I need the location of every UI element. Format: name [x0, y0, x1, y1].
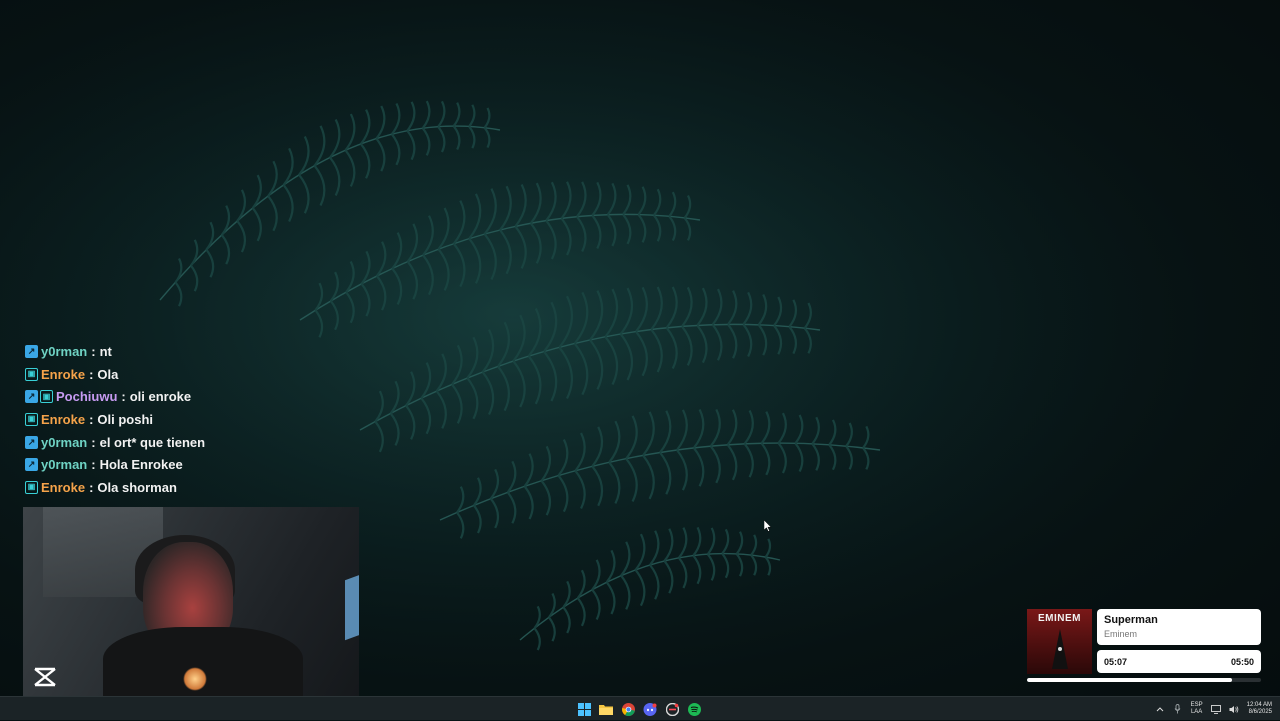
- monitor-edge: [345, 573, 359, 641]
- system-tray: ESP LAA 12:04 AM 8/6/2025: [1155, 697, 1272, 721]
- webcam-feed: [23, 507, 359, 696]
- chat-username: Enroke: [41, 366, 86, 382]
- album-cover: EMINEM: [1027, 609, 1092, 674]
- chevron-up-icon[interactable]: [1155, 704, 1165, 714]
- discord-icon[interactable]: [642, 701, 658, 717]
- chat-text: oli enroke: [129, 389, 192, 405]
- chat-message: ↗ y0rman: el ort* que tienen: [25, 431, 365, 454]
- chat-message: ↗ y0rman: nt: [25, 340, 365, 363]
- spotify-icon[interactable]: [686, 701, 702, 717]
- chat-badges: ▣: [25, 412, 38, 426]
- ax-icon: ↗: [25, 390, 38, 404]
- stream-logo-icon: [34, 667, 56, 687]
- chat-separator: :: [89, 411, 94, 427]
- chat-text: Hola Enrokee: [99, 457, 183, 473]
- elapsed-time: 05:07: [1104, 656, 1128, 667]
- chat-badges: ↗ ▣: [25, 390, 53, 404]
- chat-username: y0rman: [41, 434, 88, 450]
- chat-separator: :: [91, 343, 96, 359]
- ax-icon: ↗: [25, 458, 38, 472]
- chat-separator: :: [89, 479, 94, 495]
- track-progress-bar: [1027, 678, 1261, 682]
- gg-icon: ▣: [25, 412, 38, 426]
- album-dot: [1058, 647, 1062, 651]
- chat-separator: :: [121, 389, 126, 405]
- chat-badges: ↗: [25, 435, 38, 449]
- chat-text: Ola shorman: [97, 479, 177, 495]
- network-icon[interactable]: [1210, 704, 1221, 714]
- file-explorer-icon[interactable]: [598, 701, 614, 717]
- clock[interactable]: 12:04 AM 8/6/2025: [1247, 702, 1272, 716]
- chat-username: y0rman: [41, 457, 88, 473]
- keyboard-layout: LAA: [1190, 709, 1203, 715]
- chat-separator: :: [91, 434, 96, 450]
- chrome-icon[interactable]: [620, 701, 636, 717]
- clock-date: 8/6/2025: [1248, 709, 1272, 715]
- chat-message: ▣ Enroke: Ola: [25, 363, 365, 386]
- game-launcher-icon[interactable]: [664, 701, 680, 717]
- taskbar-apps: [576, 697, 702, 721]
- windows-start-icon[interactable]: [576, 701, 592, 717]
- chat-message: ▣ Enroke: Oli poshi: [25, 408, 365, 431]
- chat-separator: :: [89, 366, 94, 382]
- album-cover-text: EMINEM: [1038, 613, 1081, 624]
- chat-text: Ola: [97, 366, 119, 382]
- track-duration: 05:50: [1230, 656, 1254, 667]
- chat-badges: ▣: [25, 480, 38, 494]
- chat-username: Pochiuwu: [56, 389, 118, 405]
- gg-icon: ▣: [25, 367, 38, 381]
- now-playing-widget: EMINEM Superman Eminem 05:07 05:50: [1027, 609, 1263, 684]
- chat-message: ↗ ▣ Pochiuwu: oli enroke: [25, 385, 365, 408]
- track-time-card: 05:07 05:50: [1097, 650, 1261, 673]
- language-code: ESP: [1190, 702, 1203, 708]
- chat-badges: ▣: [25, 367, 38, 381]
- track-title: Superman: [1104, 614, 1158, 626]
- taskbar: ESP LAA 12:04 AM 8/6/2025: [0, 696, 1280, 720]
- volume-icon[interactable]: [1229, 704, 1239, 714]
- chat-text: Oli poshi: [97, 411, 154, 427]
- input-language[interactable]: ESP LAA: [1191, 702, 1203, 716]
- stream-chat-overlay: ↗ y0rman: nt ▣ Enroke: Ola ↗ ▣ Pochiuwu: oli enro…: [25, 340, 365, 499]
- chat-separator: :: [91, 457, 96, 473]
- chat-badges: ↗: [25, 344, 38, 358]
- chat-text: el ort* que tienen: [99, 434, 206, 450]
- chat-message: ↗ y0rman: Hola Enrokee: [25, 453, 365, 476]
- track-info-card: Superman Eminem: [1097, 609, 1261, 645]
- chat-badges: ↗: [25, 458, 38, 472]
- ax-icon: ↗: [25, 435, 38, 449]
- chat-message: ▣ Enroke: Ola shorman: [25, 476, 365, 499]
- mouse-cursor-icon: [764, 520, 772, 532]
- chat-username: Enroke: [41, 411, 86, 427]
- track-progress-fill: [1027, 678, 1233, 682]
- lamp-light: [183, 667, 207, 691]
- chat-username: y0rman: [41, 343, 88, 359]
- chat-text: nt: [99, 343, 112, 359]
- track-artist: Eminem: [1104, 629, 1138, 639]
- gg-icon: ▣: [25, 480, 38, 494]
- microphone-icon[interactable]: [1173, 704, 1183, 714]
- ax-icon: ↗: [25, 344, 38, 358]
- gg-icon: ▣: [40, 390, 53, 404]
- chat-username: Enroke: [41, 479, 86, 495]
- clock-time: 12:04 AM: [1246, 702, 1272, 708]
